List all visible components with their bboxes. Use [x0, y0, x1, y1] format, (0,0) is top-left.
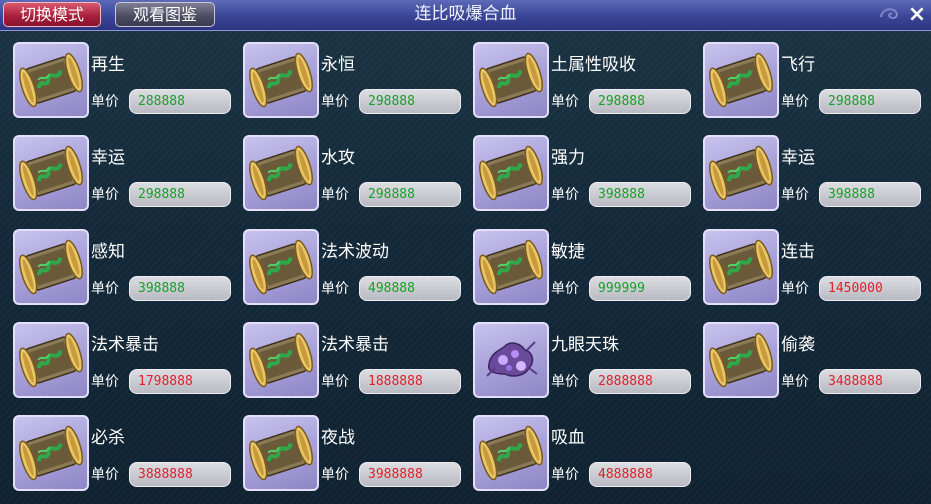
shop-item[interactable]: 法术波动单价 498888	[243, 229, 463, 313]
scroll-icon[interactable]	[243, 322, 319, 398]
price-value: 1798888	[129, 369, 231, 394]
item-name: 法术暴击	[91, 335, 159, 355]
shop-item[interactable]: 连击单价 1450000	[703, 229, 923, 313]
price-label: 单价	[321, 374, 349, 390]
price-value: 288888	[129, 89, 231, 114]
price-label: 单价	[551, 374, 579, 390]
price-label: 单价	[321, 187, 349, 203]
price-value: 398888	[589, 182, 691, 207]
price-value: 298888	[359, 182, 461, 207]
shop-item[interactable]: 强力单价 398888	[473, 135, 693, 219]
scroll-icon[interactable]	[13, 415, 89, 491]
shop-item[interactable]: 偷袭单价 3488888	[703, 322, 923, 406]
item-name: 夜战	[321, 428, 355, 448]
item-grid: 再生 单价 288888 永恒 单价 298888 土属性吸收 单价 298888 飞行 单价 298…	[0, 0, 931, 504]
scroll-icon[interactable]	[13, 229, 89, 305]
item-name: 九眼天珠	[551, 335, 619, 355]
shop-item[interactable]: 必杀单价 3888888	[13, 415, 233, 499]
price-label: 单价	[551, 281, 579, 297]
item-name: 必杀	[91, 428, 125, 448]
price-value: 3888888	[129, 462, 231, 487]
scroll-icon[interactable]	[473, 42, 549, 118]
gem-icon[interactable]	[473, 322, 549, 398]
price-value: 4888888	[589, 462, 691, 487]
item-name: 飞行	[781, 55, 815, 75]
item-name: 幸运	[781, 148, 815, 168]
price-label: 单价	[551, 94, 579, 110]
scroll-icon[interactable]	[703, 135, 779, 211]
price-value: 3488888	[819, 369, 921, 394]
price-label: 单价	[321, 94, 349, 110]
item-name: 吸血	[551, 428, 585, 448]
price-label: 单价	[91, 467, 119, 483]
scroll-icon[interactable]	[243, 415, 319, 491]
shop-item[interactable]: 夜战单价 3988888	[243, 415, 463, 499]
shop-window: 连比吸爆合血 切换模式 观看图鉴 × 再生 单价 288888 永恒 单价 298888 土…	[0, 0, 931, 504]
shop-item[interactable]: 吸血单价 4888888	[473, 415, 693, 499]
item-name: 敏捷	[551, 242, 585, 262]
scroll-icon[interactable]	[243, 135, 319, 211]
shop-item[interactable]: 永恒单价 298888	[243, 42, 463, 126]
shop-item[interactable]: 水攻单价 298888	[243, 135, 463, 219]
shop-item[interactable]: 幸运单价 298888	[13, 135, 233, 219]
price-value: 298888	[129, 182, 231, 207]
item-name: 土属性吸收	[551, 55, 636, 75]
scroll-icon[interactable]	[473, 229, 549, 305]
scroll-icon[interactable]	[703, 229, 779, 305]
price-label: 单价	[781, 94, 809, 110]
scroll-icon[interactable]	[243, 229, 319, 305]
price-label: 单价	[321, 467, 349, 483]
item-name: 永恒	[321, 55, 355, 75]
item-name: 幸运	[91, 148, 125, 168]
scroll-icon[interactable]	[13, 322, 89, 398]
item-name: 法术暴击	[321, 335, 389, 355]
scroll-icon[interactable]	[473, 415, 549, 491]
price-value: 3988888	[359, 462, 461, 487]
shop-item[interactable]: 幸运单价 398888	[703, 135, 923, 219]
price-value: 398888	[819, 182, 921, 207]
item-name: 强力	[551, 148, 585, 168]
price-label: 单价	[91, 94, 119, 110]
scroll-icon[interactable]	[703, 322, 779, 398]
shop-item[interactable]: 再生单价 288888	[13, 42, 233, 126]
shop-item[interactable]: 敏捷单价 999999	[473, 229, 693, 313]
price-value: 2888888	[589, 369, 691, 394]
scroll-icon[interactable]	[703, 42, 779, 118]
item-name: 水攻	[321, 148, 355, 168]
scroll-icon[interactable]	[473, 135, 549, 211]
price-value: 298888	[589, 89, 691, 114]
shop-item[interactable]: 九眼天珠单价 2888888	[473, 322, 693, 406]
price-value: 298888	[359, 89, 461, 114]
price-label: 单价	[781, 281, 809, 297]
price-label: 单价	[321, 281, 349, 297]
item-name: 再生	[91, 55, 125, 75]
price-label: 单价	[781, 374, 809, 390]
price-label: 单价	[781, 187, 809, 203]
shop-item[interactable]: 土属性吸收单价 298888	[473, 42, 693, 126]
price-value: 1888888	[359, 369, 461, 394]
item-name: 连击	[781, 242, 815, 262]
shop-item[interactable]: 法术暴击单价 1798888	[13, 322, 233, 406]
shop-item[interactable]: 飞行单价 298888	[703, 42, 923, 126]
shop-item[interactable]: 法术暴击单价 1888888	[243, 322, 463, 406]
shop-item[interactable]: 感知单价 398888	[13, 229, 233, 313]
price-value: 999999	[589, 276, 691, 301]
price-label: 单价	[91, 281, 119, 297]
price-value: 398888	[129, 276, 231, 301]
price-label: 单价	[551, 187, 579, 203]
item-name: 法术波动	[321, 242, 389, 262]
price-label: 单价	[91, 187, 119, 203]
price-value: 298888	[819, 89, 921, 114]
scroll-icon[interactable]	[13, 135, 89, 211]
price-value: 498888	[359, 276, 461, 301]
price-label: 单价	[91, 374, 119, 390]
price-label: 单价	[551, 467, 579, 483]
scroll-icon[interactable]	[243, 42, 319, 118]
scroll-icon[interactable]	[13, 42, 89, 118]
price-value: 1450000	[819, 276, 921, 301]
item-name: 感知	[91, 242, 125, 262]
item-name: 偷袭	[781, 335, 815, 355]
